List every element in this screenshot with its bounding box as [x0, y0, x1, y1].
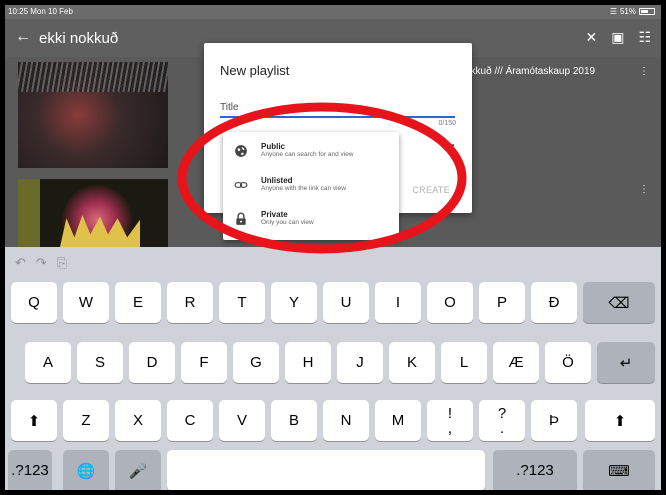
key-5[interactable]: Y — [271, 282, 317, 323]
key-4[interactable]: T — [219, 282, 265, 323]
key-6[interactable]: U — [323, 282, 369, 323]
option-label: Public — [261, 142, 286, 151]
key-3[interactable]: F — [181, 342, 227, 383]
wifi-icon: ☰ — [609, 7, 617, 16]
status-time: 10:25 Mon 10 Feb — [8, 7, 73, 16]
space-bar[interactable] — [167, 450, 485, 490]
key-7[interactable]: ! , — [427, 400, 473, 441]
battery-percent: 51% — [619, 7, 636, 16]
key-8[interactable]: O — [427, 282, 473, 323]
key-10[interactable]: Ð — [531, 282, 577, 323]
filter-icon[interactable]: ☷ — [638, 29, 651, 46]
key-9[interactable]: P — [479, 282, 525, 323]
cast-icon[interactable]: ▣ — [611, 29, 624, 46]
page-title: ekki nokkuð — [39, 30, 119, 47]
privacy-option-private[interactable]: Private Only you can view — [223, 204, 399, 238]
onscreen-keyboard: ↶ ↷ ⎘ Q W E R T Y U I O P Ð ⌫ A S D F G H J K L Æ Ö ↵ ⬆ Z X C V B N M! … — [5, 247, 661, 490]
key-0[interactable]: Z — [63, 400, 109, 441]
option-label: Private — [261, 210, 288, 219]
globe-icon — [235, 145, 247, 157]
more-vert-icon[interactable]: ⋮ — [639, 66, 649, 77]
key-1[interactable]: X — [115, 400, 161, 441]
key-0[interactable]: Q — [11, 282, 57, 323]
key-1[interactable]: W — [63, 282, 109, 323]
video-thumbnail[interactable] — [18, 62, 168, 168]
character-counter: 0/150 — [438, 120, 456, 127]
numbers-key[interactable]: .?123 — [493, 450, 577, 490]
privacy-option-public[interactable]: Public Anyone can search for and view — [223, 136, 399, 170]
create-button[interactable]: CREATE — [412, 185, 450, 195]
key-2[interactable]: E — [115, 282, 161, 323]
key-3[interactable]: V — [219, 400, 265, 441]
option-label: Unlisted — [261, 176, 293, 185]
hide-keyboard-icon[interactable]: ⌨ — [583, 450, 655, 490]
shift-key[interactable]: ⬆ — [11, 400, 57, 441]
key-2[interactable]: D — [129, 342, 175, 383]
paste-icon[interactable]: ⎘ — [57, 255, 67, 271]
dropdown-caret-icon[interactable]: ▼ — [448, 142, 456, 151]
title-field-label[interactable]: Title — [220, 102, 239, 113]
redo-icon[interactable]: ↷ — [36, 255, 47, 271]
key-10[interactable]: Ö — [545, 342, 591, 383]
key-3[interactable]: R — [167, 282, 213, 323]
lock-icon — [236, 212, 246, 225]
dialog-title: New playlist — [220, 63, 290, 78]
key-7[interactable]: I — [375, 282, 421, 323]
video-title[interactable]: okkuð /// Áramótaskaup 2019 — [465, 66, 595, 77]
shift-key[interactable]: ⬆ — [585, 400, 655, 441]
title-input-underline[interactable] — [220, 116, 455, 118]
globe-key-icon[interactable]: 🌐 — [63, 450, 109, 490]
key-6[interactable]: M — [375, 400, 421, 441]
battery-icon — [639, 8, 655, 15]
key-8[interactable]: ? . — [479, 400, 525, 441]
privacy-option-unlisted[interactable]: Unlisted Anyone with the link can view — [223, 170, 399, 204]
key-0[interactable]: A — [25, 342, 71, 383]
key-4[interactable]: B — [271, 400, 317, 441]
option-description: Only you can view — [261, 219, 314, 226]
key-4[interactable]: G — [233, 342, 279, 383]
backspace-key[interactable]: ⌫ — [583, 282, 655, 323]
screen: 10:25 Mon 10 Feb ☰ 51% ← ekki nokkuð ✕ ▣… — [5, 5, 661, 490]
key-6[interactable]: J — [337, 342, 383, 383]
key-2[interactable]: C — [167, 400, 213, 441]
numbers-key[interactable]: .?123 — [8, 450, 52, 490]
key-9[interactable]: Æ — [493, 342, 539, 383]
video-thumbnail[interactable] — [18, 179, 168, 247]
key-1[interactable]: S — [77, 342, 123, 383]
key-7[interactable]: K — [389, 342, 435, 383]
arrow-left-icon[interactable]: ← — [15, 28, 31, 46]
return-key[interactable]: ↵ — [597, 342, 655, 383]
status-bar: 10:25 Mon 10 Feb ☰ 51% — [5, 5, 661, 19]
option-description: Anyone can search for and view — [261, 151, 354, 158]
key-5[interactable]: H — [285, 342, 331, 383]
privacy-menu: Public Anyone can search for and view Un… — [223, 132, 399, 240]
microphone-key-icon[interactable]: 🎤 — [115, 450, 161, 490]
key-9[interactable]: Þ — [531, 400, 577, 441]
link-icon — [234, 182, 248, 188]
close-icon[interactable]: ✕ — [585, 29, 597, 46]
more-vert-icon[interactable]: ⋮ — [639, 184, 649, 195]
undo-icon[interactable]: ↶ — [15, 255, 26, 271]
key-8[interactable]: L — [441, 342, 487, 383]
key-5[interactable]: N — [323, 400, 369, 441]
option-description: Anyone with the link can view — [261, 185, 346, 192]
